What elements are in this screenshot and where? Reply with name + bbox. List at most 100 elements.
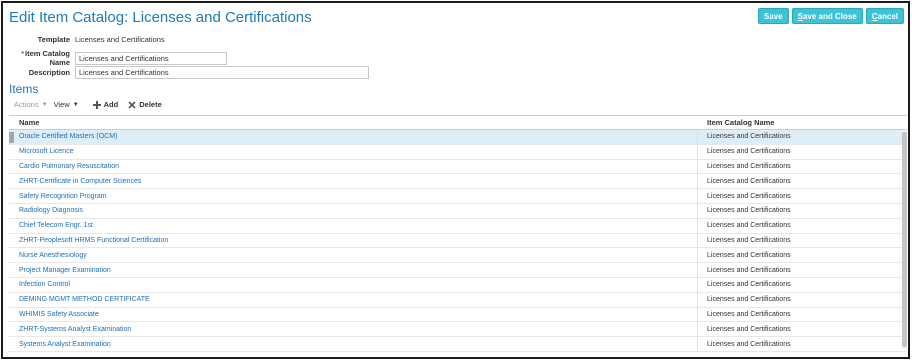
table-row[interactable]: Chief Telecom Engr. 1st Licenses and Cert… xyxy=(9,218,907,234)
item-catalog-cell: Licenses and Certifications xyxy=(707,236,791,244)
add-button[interactable]: Add xyxy=(92,100,119,109)
template-value: Licenses and Certifications xyxy=(75,35,165,44)
catalog-name-row: *Item Catalog Name xyxy=(3,49,227,67)
item-name-link[interactable]: ZHRT-Systems Analyst Examination xyxy=(9,326,697,333)
item-name-link[interactable]: DEMING MGMT METHOD CERTIFICATE xyxy=(9,296,697,303)
column-divider xyxy=(697,248,698,263)
catalog-name-label-text: Item Catalog Name xyxy=(24,49,70,67)
table-row[interactable]: ZHRT-Systems Analyst Examination Licenses… xyxy=(9,322,907,338)
delete-button[interactable]: Delete xyxy=(128,100,162,109)
table-row[interactable]: Microsoft Licence Licenses and Certificat… xyxy=(9,144,907,160)
item-name-link[interactable]: ZHRT-Peoplesoft HRMS Functional Certific… xyxy=(9,237,697,244)
plus-icon xyxy=(92,100,101,109)
items-toolbar: Actions ▼ View ▼ Add Delete xyxy=(14,100,162,109)
page-title: Edit Item Catalog: Licenses and Certific… xyxy=(9,9,312,26)
item-name-link[interactable]: Safety Recognition Program xyxy=(9,193,697,200)
table-header: Name Item Catalog Name xyxy=(9,116,907,130)
item-name-link[interactable]: Nurse Anesthesiology xyxy=(9,252,697,259)
item-name-link[interactable]: Cardio Pulmonary Resuscitation xyxy=(9,163,697,170)
delete-button-label: Delete xyxy=(139,100,162,109)
item-catalog-cell: Licenses and Certifications xyxy=(707,222,791,230)
column-divider xyxy=(697,218,698,233)
actions-menu[interactable]: Actions ▼ xyxy=(14,100,48,109)
save-and-close-button[interactable]: Save and Close xyxy=(791,8,863,24)
item-catalog-cell: Licenses and Certifications xyxy=(707,310,791,318)
item-catalog-cell: Licenses and Certifications xyxy=(707,296,791,304)
column-divider xyxy=(697,337,698,351)
items-table: Name Item Catalog Name Oracle Certified … xyxy=(9,115,907,353)
column-header-name[interactable]: Name xyxy=(9,118,697,127)
item-catalog-cell: Licenses and Certifications xyxy=(707,133,791,141)
item-catalog-cell: Licenses and Certifications xyxy=(707,162,791,170)
cancel-label: ancel xyxy=(877,11,898,21)
item-name-link[interactable]: Radiology Diagnosis xyxy=(9,207,697,214)
item-catalog-cell: Licenses and Certifications xyxy=(707,148,791,156)
scrollbar-thumb[interactable] xyxy=(902,132,907,347)
item-catalog-cell: Licenses and Certifications xyxy=(707,251,791,259)
description-input[interactable] xyxy=(75,66,369,79)
vertical-scrollbar[interactable] xyxy=(902,130,907,349)
chevron-down-icon: ▼ xyxy=(72,101,79,108)
column-divider xyxy=(697,233,698,248)
table-row[interactable]: Safety Recognition Program Licenses and C… xyxy=(9,189,907,204)
table-row[interactable]: DEMING MGMT METHOD CERTIFICATE Licenses a… xyxy=(9,292,907,308)
table-row[interactable]: Nurse Anesthesiology Licenses and Certifi… xyxy=(9,248,907,264)
item-name-link[interactable]: Oracle Certified Masters (OCM) xyxy=(9,133,697,140)
template-label: Template xyxy=(37,35,70,44)
item-name-link[interactable]: Chief Telecom Engr. 1st xyxy=(9,222,697,229)
column-divider xyxy=(697,130,698,144)
view-menu-label: View xyxy=(53,100,70,109)
table-row[interactable]: Oracle Certified Masters (OCM) Licenses a… xyxy=(9,130,907,145)
window-frame: Edit Item Catalog: Licenses and Certific… xyxy=(1,1,910,359)
column-divider xyxy=(697,189,698,203)
column-divider xyxy=(697,322,698,337)
table-row[interactable]: ZHRT-Certificate in Computer Sciences Lic… xyxy=(9,174,907,190)
actions-menu-label: Actions xyxy=(14,100,39,109)
items-section-title: Items xyxy=(9,82,39,96)
table-row[interactable]: Cardio Pulmonary Resuscitation Licenses a… xyxy=(9,159,907,175)
required-marker: * xyxy=(21,51,24,58)
column-divider xyxy=(697,174,698,189)
chevron-down-icon: ▼ xyxy=(41,101,48,108)
row-selection-marker xyxy=(9,132,14,143)
column-divider xyxy=(697,277,698,292)
cancel-button[interactable]: Cancel xyxy=(865,8,904,24)
table-row[interactable]: WHIMIS Safety Associate Licenses and Cert… xyxy=(9,307,907,323)
item-catalog-cell: Licenses and Certifications xyxy=(707,177,791,185)
save-button-label: Save xyxy=(763,11,783,21)
item-name-link[interactable]: ZHRT-Certificate in Computer Sciences xyxy=(9,178,697,185)
add-button-label: Add xyxy=(103,100,119,109)
item-name-link[interactable]: Microsoft Licence xyxy=(9,148,697,155)
item-catalog-cell: Licenses and Certifications xyxy=(707,207,791,215)
table-row[interactable]: Systems Analyst Examination Licenses and … xyxy=(9,337,907,352)
table-row[interactable]: Radiology Diagnosis Licenses and Certific… xyxy=(9,203,907,219)
item-name-link[interactable]: WHIMIS Safety Associate xyxy=(9,311,697,318)
column-divider xyxy=(697,292,698,307)
view-menu[interactable]: View ▼ xyxy=(54,100,79,109)
item-name-link[interactable]: Infection Control xyxy=(9,281,697,288)
table-row[interactable]: ZHRT-Peoplesoft HRMS Functional Certific… xyxy=(9,233,907,249)
item-name-link[interactable]: Project Manager Examination xyxy=(9,267,697,274)
catalog-name-label: *Item Catalog Name xyxy=(3,49,70,67)
item-catalog-cell: Licenses and Certifications xyxy=(707,340,791,348)
catalog-name-input[interactable] xyxy=(75,51,227,65)
save-close-label: ave and Close xyxy=(802,11,857,21)
header-button-bar: Save Save and Close Cancel xyxy=(757,8,904,24)
template-row: Template Licenses and Certifications xyxy=(3,35,165,44)
item-catalog-cell: Licenses and Certifications xyxy=(707,266,791,274)
column-divider xyxy=(697,159,698,174)
save-button[interactable]: Save xyxy=(757,8,789,24)
item-catalog-cell: Licenses and Certifications xyxy=(707,281,791,289)
table-row[interactable]: Infection Control Licenses and Certificat… xyxy=(9,277,907,293)
description-row: Description xyxy=(3,66,369,79)
item-catalog-cell: Licenses and Certifications xyxy=(707,325,791,333)
column-divider xyxy=(697,307,698,322)
close-icon xyxy=(128,100,136,109)
item-catalog-cell: Licenses and Certifications xyxy=(707,192,791,200)
description-label: Description xyxy=(28,68,70,77)
column-divider xyxy=(697,203,698,218)
column-header-catalog[interactable]: Item Catalog Name xyxy=(697,118,775,127)
item-name-link[interactable]: Systems Analyst Examination xyxy=(9,341,697,348)
table-row[interactable]: Project Manager Examination Licenses and … xyxy=(9,263,907,278)
column-divider xyxy=(697,144,698,159)
